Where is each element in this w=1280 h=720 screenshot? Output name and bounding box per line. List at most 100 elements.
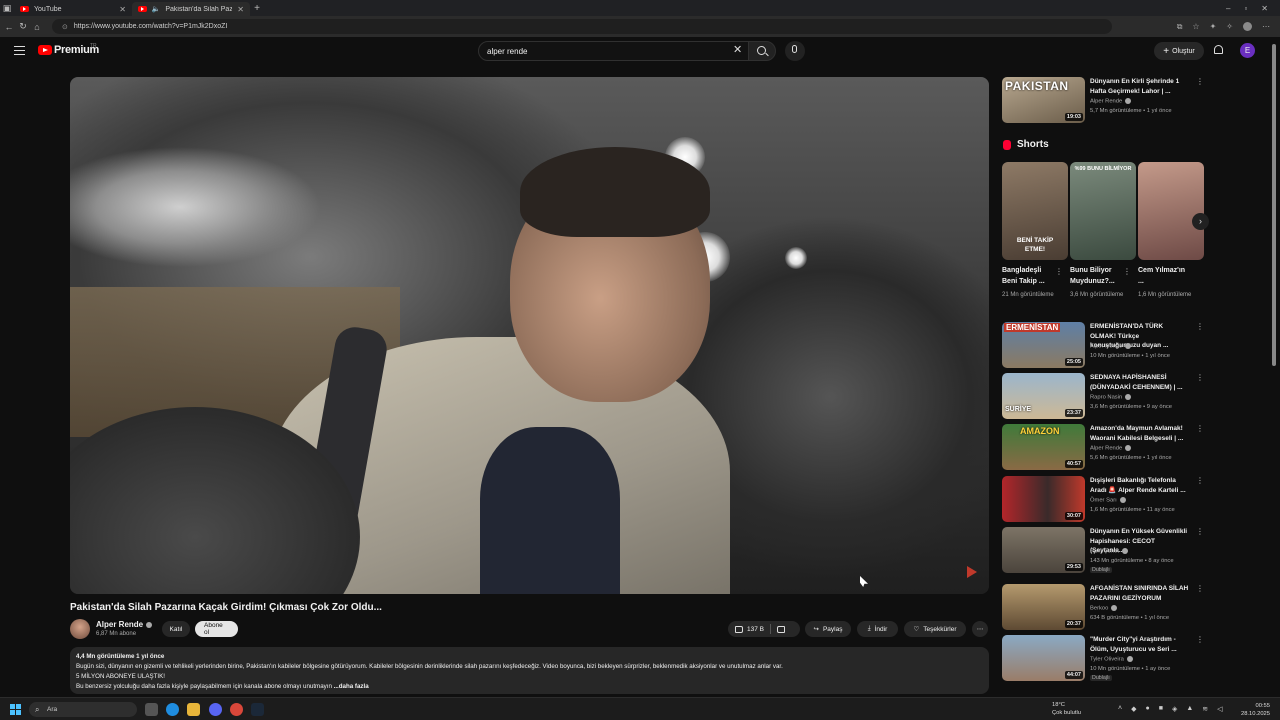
video-channel[interactable]: Berkoo xyxy=(1090,605,1118,612)
extensions-icon[interactable]: ✦ xyxy=(1210,22,1217,32)
more-vertical-icon[interactable]: ⋮ xyxy=(1196,585,1204,593)
related-video[interactable]: AMAZON 40:57 Amazon'da Maymun Avlamak! W… xyxy=(1002,424,1204,470)
edge-browser-icon[interactable] xyxy=(166,703,179,716)
dislike-icon[interactable] xyxy=(777,625,785,633)
video-channel[interactable]: Rapro Nasin xyxy=(1090,394,1132,401)
thanks-button[interactable]: ♡ Teşekkürler xyxy=(904,621,966,637)
video-channel[interactable]: Alper Rende xyxy=(1090,98,1132,105)
clear-search-icon[interactable]: ✕ xyxy=(733,43,742,56)
video-thumbnail[interactable]: 44:07 xyxy=(1002,635,1085,681)
more-actions-button[interactable]: ⋯ xyxy=(972,621,988,637)
more-vertical-icon[interactable]: ⋮ xyxy=(1123,267,1131,276)
tray-app-icon[interactable]: ■ xyxy=(1159,705,1163,713)
tab-close-icon[interactable]: ✕ xyxy=(119,5,126,14)
more-vertical-icon[interactable]: ⋮ xyxy=(1055,267,1063,276)
close-window-icon[interactable]: ✕ xyxy=(1261,4,1268,13)
like-icon[interactable] xyxy=(735,625,743,633)
more-vertical-icon[interactable]: ⋮ xyxy=(1196,323,1204,331)
related-video[interactable]: 44:07 "Murder City"yi Araştırdım - Ölüm,… xyxy=(1002,635,1204,681)
chevron-right-icon[interactable]: › xyxy=(1192,213,1209,230)
join-button[interactable]: Katıl xyxy=(162,621,190,637)
description-box[interactable]: 4,4 Mn görüntüleme 1 yıl önce Bugün sizi… xyxy=(70,647,989,694)
video-thumbnail[interactable]: AMAZON 40:57 xyxy=(1002,424,1085,470)
video-thumbnail[interactable]: 29:53 xyxy=(1002,527,1085,573)
video-thumbnail[interactable]: SURİYE 23:37 xyxy=(1002,373,1085,419)
windows-start-icon[interactable] xyxy=(10,704,21,715)
video-title[interactable]: Dünyanın En Kirli Şehrinde 1 Hafta Geçir… xyxy=(1090,77,1190,96)
related-video[interactable]: 20:37 AFGANİSTAN SINIRINDA SİLAH PAZARIN… xyxy=(1002,584,1204,630)
more-vertical-icon[interactable]: ⋮ xyxy=(1196,477,1204,485)
share-button[interactable]: ↪ Paylaş xyxy=(805,621,851,637)
profile-icon[interactable] xyxy=(1243,21,1252,31)
more-vertical-icon[interactable]: ⋮ xyxy=(1196,78,1204,86)
short-thumbnail[interactable] xyxy=(1138,162,1204,260)
task-view-icon[interactable] xyxy=(145,703,158,716)
home-icon[interactable]: ⌂ xyxy=(30,22,44,32)
video-channel[interactable]: Tyler Oliveira xyxy=(1090,656,1133,663)
channel-avatar[interactable] xyxy=(70,619,90,639)
taskbar-search-input[interactable]: ⌕ Ara xyxy=(29,702,137,717)
video-channel[interactable]: Ruhi Çenet xyxy=(1090,548,1129,555)
voice-search-button[interactable] xyxy=(785,41,805,61)
channel-name[interactable]: Alper Rende xyxy=(96,620,153,629)
back-icon[interactable]: ← xyxy=(2,22,16,32)
video-channel[interactable]: Alper Rende xyxy=(1090,343,1132,350)
short-thumbnail[interactable]: BENİ TAKİP ETME! xyxy=(1002,162,1068,260)
notifications-bell-icon[interactable] xyxy=(1214,45,1223,54)
video-title[interactable]: Amazon'da Maymun Avlamak! Waorani Kabile… xyxy=(1090,424,1190,443)
channel-watermark-icon[interactable] xyxy=(967,566,977,578)
more-vertical-icon[interactable]: ⋮ xyxy=(1196,425,1204,433)
url-field[interactable]: ⊙ https://www.youtube.com/watch?v=P1mJk2… xyxy=(52,19,1112,34)
related-video[interactable]: 30:07 Dışişleri Bakanlığı Telefonla Arad… xyxy=(1002,476,1204,522)
search-button[interactable] xyxy=(748,41,776,61)
tab-close-icon[interactable]: ✕ xyxy=(237,5,244,14)
wifi-icon[interactable]: ≋ xyxy=(1202,705,1208,713)
video-thumbnail[interactable]: PAKISTAN 19:03 xyxy=(1002,77,1085,123)
related-video[interactable]: 29:53 Dünyanın En Yüksek Güvenlikli Hapi… xyxy=(1002,527,1204,573)
chevron-up-icon[interactable]: ˄ xyxy=(1118,705,1122,713)
video-title[interactable]: "Murder City"yi Araştırdım - Ölüm, Uyuşt… xyxy=(1090,635,1190,654)
download-button[interactable]: ⤓ İndir xyxy=(857,621,898,637)
tab-youtube[interactable]: YouTube ✕ xyxy=(14,2,132,16)
video-title[interactable]: Dışişleri Bakanlığı Telefonla Aradı 🚨 Al… xyxy=(1090,476,1190,495)
file-explorer-icon[interactable] xyxy=(187,703,200,716)
tray-app-icon[interactable]: ● xyxy=(1145,705,1149,713)
youtube-logo-icon[interactable] xyxy=(38,45,52,55)
weather-widget[interactable]: 18°C Çok bulutlu xyxy=(1052,701,1081,717)
more-vertical-icon[interactable]: ⋮ xyxy=(1196,528,1204,536)
short-title[interactable]: Bunu Biliyor Muydunuz?... xyxy=(1070,265,1124,287)
related-video[interactable]: PAKISTAN 19:03 Dünyanın En Kirli Şehrind… xyxy=(1002,77,1204,123)
more-vertical-icon[interactable]: ⋮ xyxy=(1196,374,1204,382)
window-menu-icon[interactable]: ▣ xyxy=(0,3,14,14)
short-thumbnail[interactable]: %99 BUNU BİLMİYOR xyxy=(1070,162,1136,260)
show-more-link[interactable]: ...daha fazla xyxy=(334,683,369,690)
video-thumbnail[interactable]: 20:37 xyxy=(1002,584,1085,630)
related-video[interactable]: ERMENİSTAN 25:05 ERMENİSTAN'DA TÜRK OLMA… xyxy=(1002,322,1204,368)
like-count[interactable]: 137 B xyxy=(747,626,764,633)
minimize-icon[interactable]: – xyxy=(1226,4,1230,13)
short-title[interactable]: Bangladeşli Beni Takip ... xyxy=(1002,265,1056,287)
tray-app-icon[interactable]: ▲ xyxy=(1186,705,1193,713)
browser-menu-icon[interactable]: ⋯ xyxy=(1262,22,1270,32)
video-channel[interactable]: Ömer Sarı xyxy=(1090,497,1126,504)
site-info-icon[interactable]: ⊙ xyxy=(62,23,68,31)
video-channel[interactable]: Alper Rende xyxy=(1090,445,1132,452)
short-title[interactable]: Cem Yılmaz'ın ... xyxy=(1138,265,1192,287)
page-scrollbar-thumb[interactable] xyxy=(1272,44,1276,366)
translate-icon[interactable]: ⧉ xyxy=(1177,22,1183,32)
video-player[interactable] xyxy=(70,77,989,594)
reload-icon[interactable]: ↻ xyxy=(16,21,30,32)
volume-icon[interactable]: ◁ xyxy=(1217,705,1222,713)
video-title[interactable]: SEDNAYA HAPİSHANESİ (DÜNYADAKİ CEHENNEM)… xyxy=(1090,373,1190,392)
tab-video[interactable]: 🔈 Pakistan'da Silah Pazarına K... ✕ xyxy=(132,2,250,16)
discord-icon[interactable] xyxy=(209,703,222,716)
speaker-icon[interactable]: 🔈 xyxy=(152,5,161,13)
tray-app-icon[interactable]: ◈ xyxy=(1172,705,1177,713)
related-video[interactable]: SURİYE 23:37 SEDNAYA HAPİSHANESİ (DÜNYAD… xyxy=(1002,373,1204,419)
steam-icon[interactable] xyxy=(251,703,264,716)
favorites-icon[interactable]: ✧ xyxy=(1226,22,1233,32)
create-button[interactable]: + Oluştur xyxy=(1154,42,1204,60)
maximize-icon[interactable]: ▫ xyxy=(1244,4,1247,13)
video-thumbnail[interactable]: ERMENİSTAN 25:05 xyxy=(1002,322,1085,368)
tray-app-icon[interactable]: ◆ xyxy=(1131,705,1136,713)
